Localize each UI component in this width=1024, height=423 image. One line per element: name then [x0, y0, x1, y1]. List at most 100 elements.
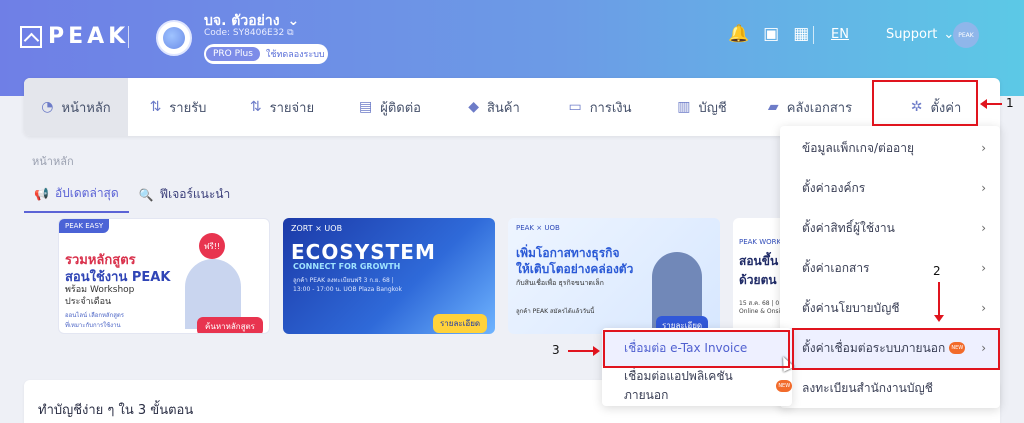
chevron-right-icon: ›	[981, 141, 986, 155]
chevron-right-icon: ›	[981, 261, 986, 275]
banner-line: ให้เติบโตอย่างคล่องตัว	[516, 262, 634, 276]
dashboard-icon: ◔	[41, 99, 54, 115]
nav-item-accounting[interactable]: ▥ บัญชี	[656, 78, 748, 136]
support-label: Support	[886, 27, 938, 42]
banner-peak-easy[interactable]: PEAK EASY ฟรี!! รวมหลักสูตร สอนใช้งาน PE…	[58, 218, 270, 334]
banner-brand: PEAK × UOB	[516, 224, 560, 232]
banner-title: ECOSYSTEM	[291, 240, 436, 264]
banner-small-text: ออนไลน์ เลือกหลักสูตรที่เหมาะกับการใช้งา…	[65, 312, 125, 333]
expense-icon: ⇅	[249, 99, 262, 115]
menu-item-accounting-policy[interactable]: ตั้งค่านโยบายบัญชี ›	[780, 288, 1000, 328]
nav-item-income[interactable]: ⇅ รายรับ	[128, 78, 228, 136]
chevron-right-icon: ›	[981, 301, 986, 315]
banner-line: ลูกค้า PEAK สมัครได้แล้ววันนี้	[516, 308, 595, 315]
nav-item-finance[interactable]: ▭ การเงิน	[544, 78, 656, 136]
banner-info: ลูกค้า PEAK ลงทะเบียนฟรี 3 ก.ย. 68 | 13:…	[293, 277, 403, 293]
language-switch[interactable]: EN	[831, 27, 849, 42]
breadcrumb[interactable]: หน้าหลัก	[32, 152, 74, 170]
find-course-button[interactable]: ค้นหาหลักสูตร	[197, 317, 263, 333]
chevron-right-icon: ›	[981, 221, 986, 235]
user-avatar[interactable]: PEAK	[953, 22, 979, 48]
menu-item-organization[interactable]: ตั้งค่าองค์กร ›	[780, 168, 1000, 208]
company-logo-icon	[163, 27, 185, 49]
content-tabs: 📢 อัปเดตล่าสุด 🔍 ฟีเจอร์แนะนำ	[24, 182, 240, 213]
chevron-right-icon: ›	[981, 181, 986, 195]
company-code-text: Code: SY8406E32	[204, 28, 285, 38]
nav-item-label: คลังเอกสาร	[786, 100, 853, 116]
megaphone-icon: 📢	[34, 186, 49, 201]
menu-item-label: ตั้งค่าเอกสาร	[802, 260, 870, 275]
nav-item-contacts[interactable]: ▤ ผู้ติดต่อ	[336, 78, 444, 136]
submenu-item-label: เชื่อมต่อแอปพลิเคชันภายนอก	[624, 369, 733, 402]
menu-item-label: ตั้งค่าองค์กร	[802, 180, 866, 195]
contacts-icon: ▤	[359, 99, 373, 115]
banner-brand: ZORT × UOB	[291, 224, 343, 233]
banner-subtitle: CONNECT FOR GROWTH	[293, 262, 401, 271]
tab-latest-updates[interactable]: 📢 อัปเดตล่าสุด	[24, 182, 129, 213]
highlight-box-etax	[603, 330, 790, 368]
header-icons: 🔔 ▣ ▦	[728, 24, 809, 44]
bell-icon[interactable]: 🔔	[728, 24, 749, 44]
peak-logo[interactable]: PEAK	[20, 24, 129, 49]
tab-label: ฟีเจอร์แนะนำ	[159, 187, 231, 201]
logo-mark-icon	[20, 25, 42, 48]
nav-item-expense[interactable]: ⇅ รายจ่าย	[228, 78, 336, 136]
arrow-down-icon	[934, 282, 944, 322]
search-icon: 🔍	[138, 187, 154, 202]
plan-trial-text: ใช้ทดลองระบบ	[265, 50, 325, 60]
nav-item-label: สินค้า	[486, 100, 520, 116]
help-book-icon[interactable]: ▣	[763, 24, 779, 44]
arrow-left-icon	[980, 99, 1002, 109]
menu-item-package[interactable]: ข้อมูลแพ็กเกจ/ต่ออายุ ›	[780, 128, 1000, 168]
money-icon: ▭	[568, 99, 582, 115]
header-divider-2	[813, 26, 814, 44]
banner-line: กับสินเชื่อเพื่อ ธุรกิจขนาดเล็ก	[516, 279, 604, 287]
arrow-right-icon	[568, 346, 600, 356]
step-1-label: 1	[1006, 96, 1014, 110]
nav-item-label: รายจ่าย	[269, 100, 315, 116]
nav-item-label: บัญชี	[698, 100, 727, 116]
chevron-down-icon: ⌄	[287, 13, 300, 29]
header-divider	[128, 26, 129, 48]
menu-item-label: ลงทะเบียนสำนักงานบัญชี	[802, 380, 933, 395]
step-2-label: 2	[933, 264, 941, 278]
company-code: Code: SY8406E32 ⧉	[204, 28, 294, 38]
menu-item-label: ข้อมูลแพ็กเกจ/ต่ออายุ	[802, 140, 915, 155]
box-icon: ◆	[468, 99, 479, 115]
folder-icon: ▰	[767, 99, 779, 115]
submenu-item-external-apps[interactable]: เชื่อมต่อแอปพลิเคชันภายนอก NEW	[602, 368, 792, 404]
banner-loan[interactable]: PEAK × UOB เพิ่มโอกาสทางธุรกิจ ให้เติบโต…	[508, 218, 720, 334]
apps-grid-icon[interactable]: ▦	[793, 24, 809, 44]
book-icon: ▥	[677, 99, 691, 115]
highlight-box-settings	[872, 80, 978, 126]
company-avatar[interactable]	[156, 20, 192, 56]
nav-item-home[interactable]: ◔ หน้าหลัก	[24, 78, 128, 136]
nav-item-label: การเงิน	[589, 100, 632, 116]
menu-item-user-permissions[interactable]: ตั้งค่าสิทธิ์ผู้ใช้งาน ›	[780, 208, 1000, 248]
income-icon: ⇅	[149, 99, 162, 115]
support-menu[interactable]: Support ⌄	[886, 27, 954, 42]
nav-item-products[interactable]: ◆ สินค้า	[444, 78, 544, 136]
logo-text: PEAK	[48, 24, 130, 49]
nav-item-label: รายรับ	[169, 100, 207, 116]
copy-icon[interactable]: ⧉	[287, 28, 293, 38]
tab-recommended-features[interactable]: 🔍 ฟีเจอร์แนะนำ	[129, 182, 241, 213]
getting-started-title: ทำบัญชีง่าย ๆ ใน 3 ขั้นตอน	[38, 403, 194, 418]
nav-item-label: ผู้ติดต่อ	[380, 100, 421, 116]
highlight-box-external-integration	[792, 328, 1000, 370]
menu-item-documents[interactable]: ตั้งค่าเอกสาร ›	[780, 248, 1000, 288]
banner-ecosystem[interactable]: ZORT × UOB ECOSYSTEM CONNECT FOR GROWTH …	[283, 218, 495, 334]
tab-label: อัปเดตล่าสุด	[54, 186, 119, 200]
new-badge: NEW	[776, 380, 792, 392]
menu-item-label: ตั้งค่านโยบายบัญชี	[802, 300, 900, 315]
plan-badge: PRO Plus	[206, 47, 260, 61]
step-3-label: 3	[552, 343, 560, 357]
menu-item-accounting-office[interactable]: ลงทะเบียนสำนักงานบัญชี	[780, 368, 1000, 408]
free-badge: ฟรี!!	[199, 233, 225, 259]
banner-tag: PEAK EASY	[59, 219, 110, 233]
details-button[interactable]: รายละเอียด	[433, 314, 488, 333]
banner-brand: PEAK WORK	[739, 238, 782, 246]
nav-item-label: หน้าหลัก	[61, 100, 111, 116]
menu-item-label: ตั้งค่าสิทธิ์ผู้ใช้งาน	[802, 220, 895, 235]
plan-pill[interactable]: PRO Plus ใช้ทดลองระบบ	[204, 44, 328, 64]
